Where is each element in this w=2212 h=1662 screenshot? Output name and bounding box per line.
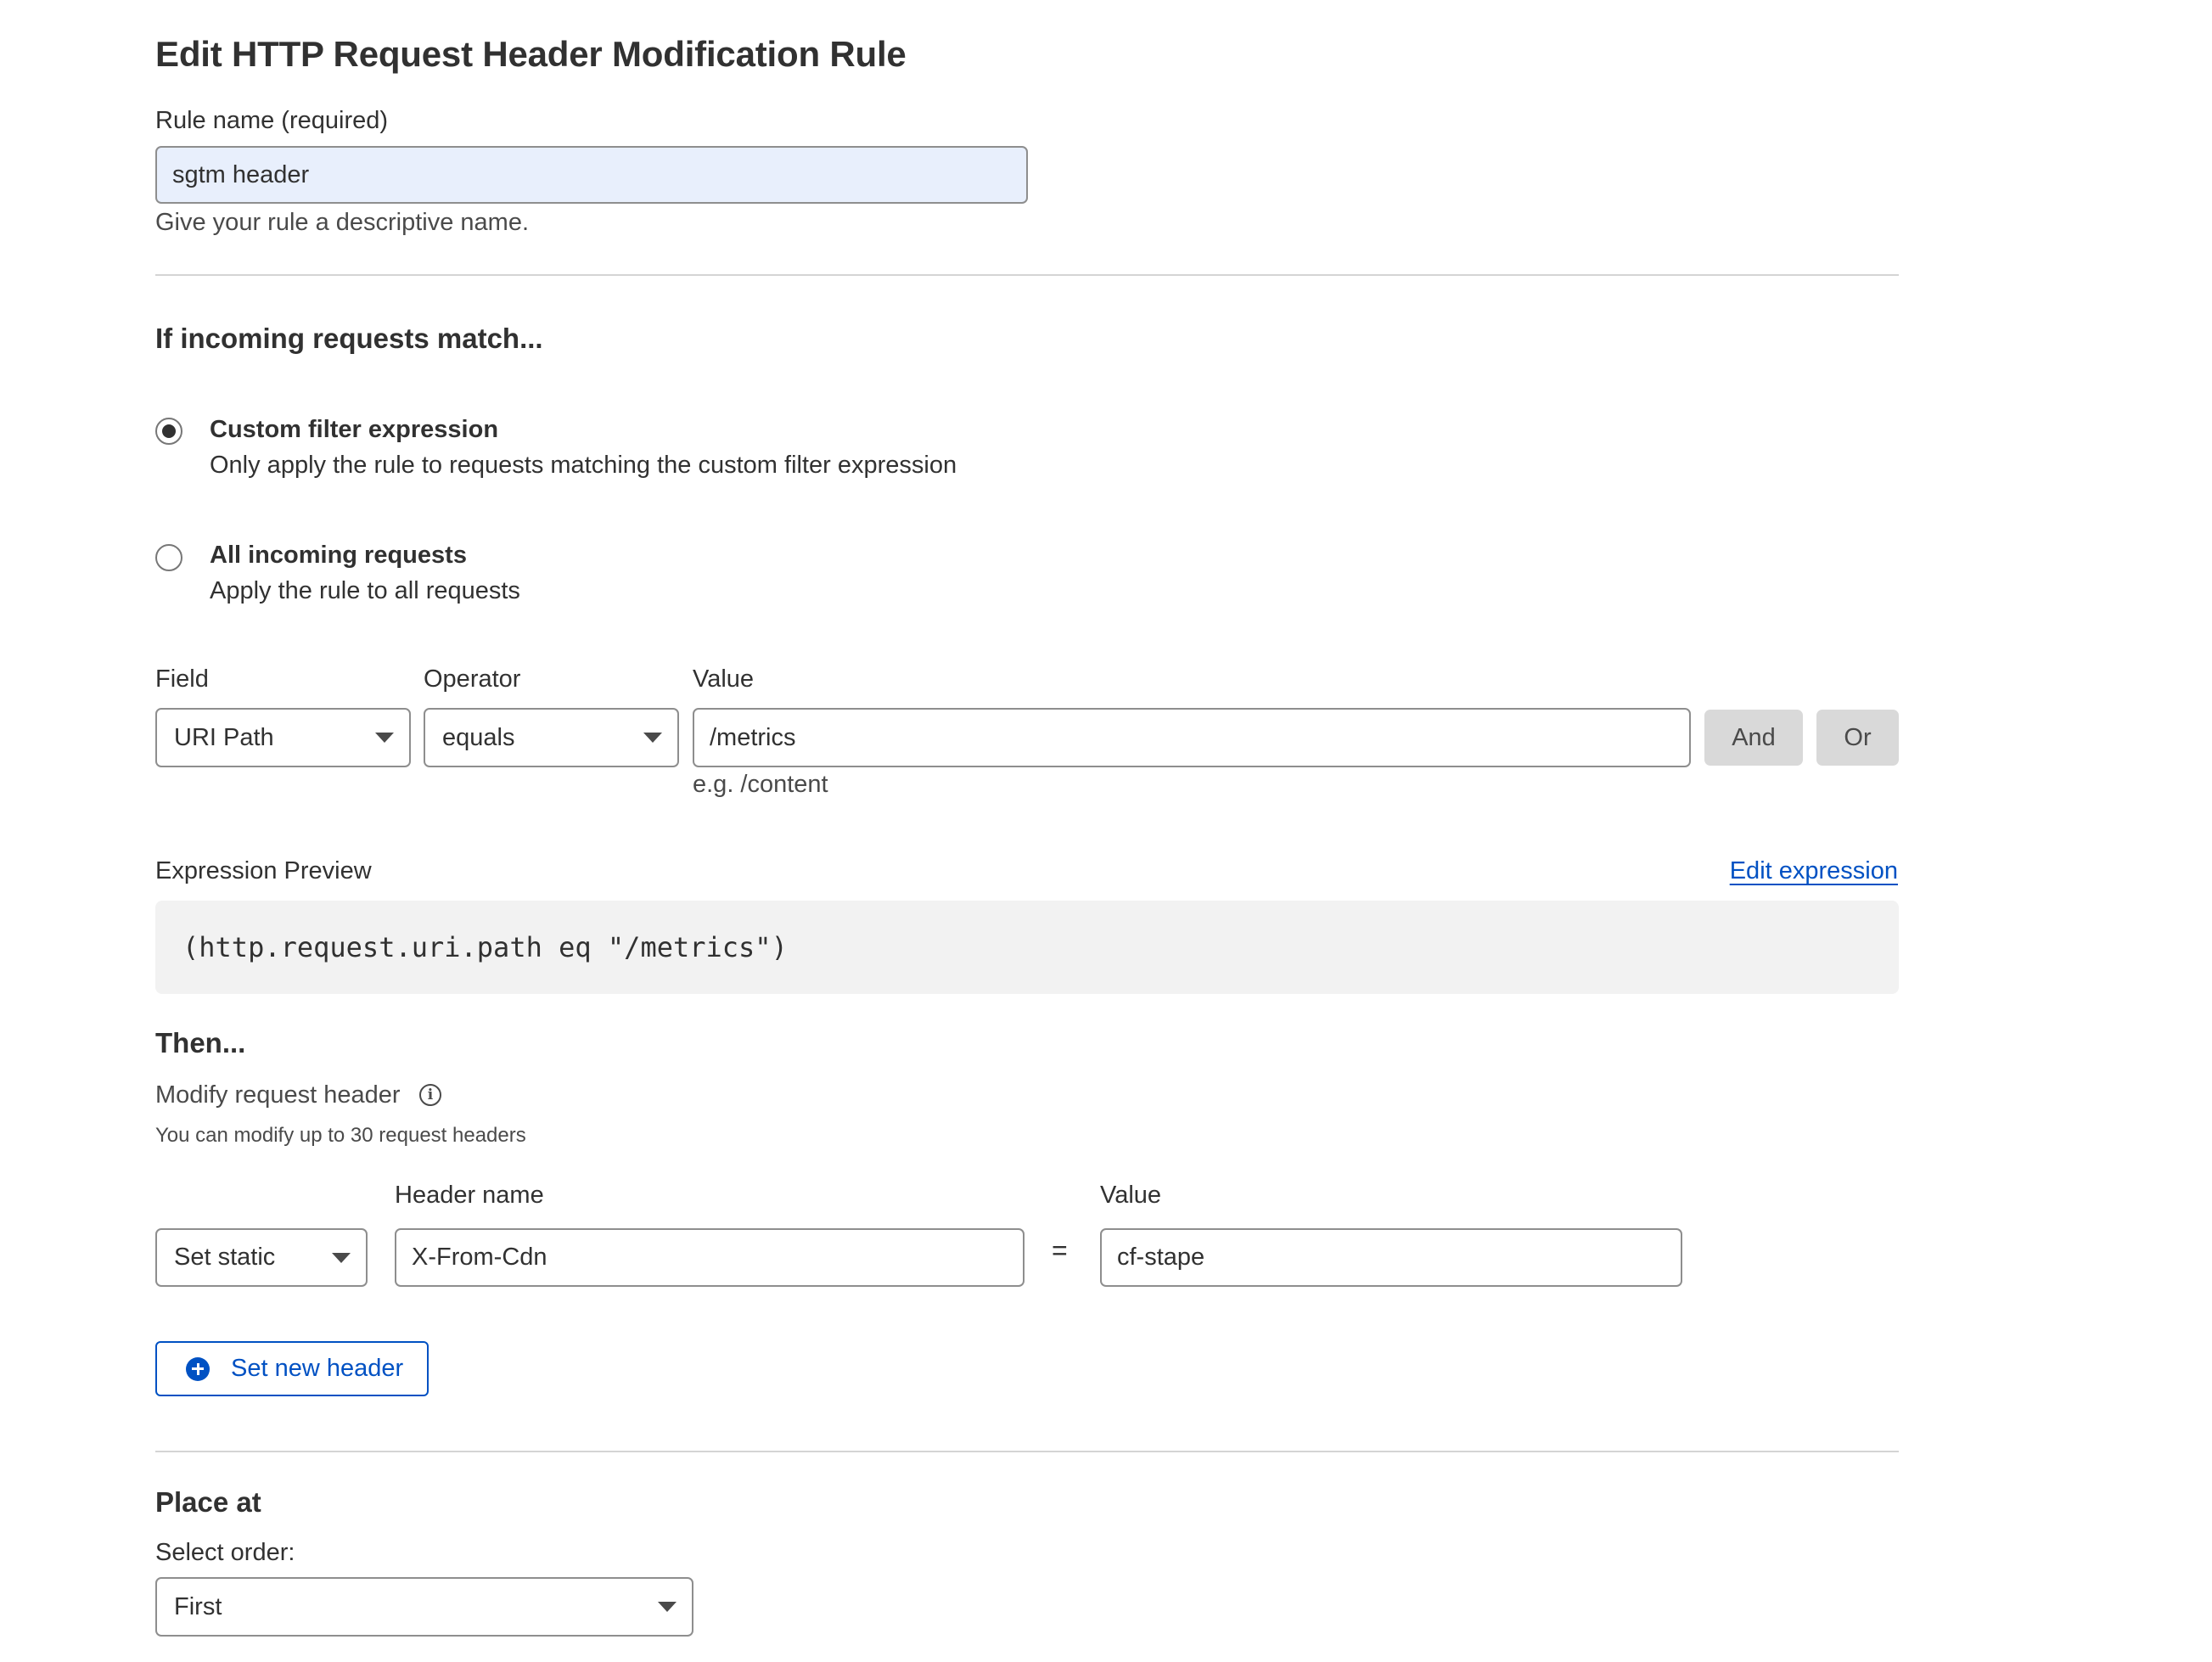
section-divider-top (155, 274, 1899, 276)
header-limit-note: You can modify up to 30 request headers (155, 1124, 526, 1147)
chevron-down-icon (332, 1252, 351, 1263)
radio-all-requests-description: Apply the rule to all requests (210, 577, 520, 604)
set-new-header-label: Set new header (231, 1355, 404, 1382)
radio-custom-filter-title[interactable]: Custom filter expression (210, 416, 498, 444)
section-divider-bottom (155, 1451, 1899, 1452)
field-label: Field (155, 665, 209, 693)
or-button[interactable]: Or (1816, 710, 1899, 766)
chevron-down-icon (643, 733, 662, 743)
radio-custom-filter-description: Only apply the rule to requests matching… (210, 452, 957, 479)
rule-name-help: Give your rule a descriptive name. (155, 209, 530, 236)
value-input[interactable]: /metrics (693, 708, 1691, 767)
then-heading: Then... (155, 1027, 246, 1058)
expression-preview: (http.request.uri.path eq "/metrics") (155, 901, 1899, 994)
radio-custom-filter[interactable] (155, 418, 182, 445)
header-action-select[interactable]: Set static (155, 1228, 368, 1287)
chevron-down-icon (375, 733, 394, 743)
value-hint: e.g. /content (693, 771, 828, 798)
header-action-value: Set static (174, 1244, 276, 1271)
match-heading: If incoming requests match... (155, 323, 543, 354)
value-label: Value (693, 665, 755, 693)
header-value-label: Value (1100, 1182, 1162, 1209)
chevron-down-icon (658, 1602, 677, 1612)
field-select[interactable]: URI Path (155, 708, 411, 767)
expression-preview-text: (http.request.uri.path eq "/metrics") (182, 931, 788, 963)
info-icon[interactable]: i (419, 1084, 441, 1106)
set-new-header-button[interactable]: Set new header (155, 1341, 429, 1396)
operator-select-value: equals (442, 723, 515, 751)
order-select-value: First (174, 1592, 222, 1620)
header-name-value: X-From-Cdn (412, 1244, 547, 1271)
header-name-input[interactable]: X-From-Cdn (395, 1228, 1025, 1287)
operator-select[interactable]: equals (424, 708, 679, 767)
field-select-value: URI Path (174, 723, 274, 751)
and-button[interactable]: And (1704, 710, 1803, 766)
place-at-heading: Place at (155, 1486, 261, 1518)
rule-name-value: sgtm header (172, 160, 310, 188)
edit-expression-link[interactable]: Edit expression (1730, 857, 1898, 885)
value-input-text: /metrics (710, 723, 796, 751)
equals-sign: = (1052, 1235, 1068, 1266)
radio-all-requests-title[interactable]: All incoming requests (210, 542, 467, 570)
rule-name-label: Rule name (required) (155, 107, 389, 134)
order-select[interactable]: First (155, 1577, 693, 1637)
plus-circle-icon (186, 1356, 210, 1381)
radio-all-requests[interactable] (155, 544, 182, 571)
modify-request-header-label: Modify request header (155, 1081, 401, 1109)
header-value-text: cf-stape (1117, 1244, 1205, 1271)
operator-label: Operator (424, 665, 521, 693)
header-value-input[interactable]: cf-stape (1100, 1228, 1682, 1287)
expression-preview-label: Expression Preview (155, 857, 372, 884)
page-title: Edit HTTP Request Header Modification Ru… (155, 34, 907, 74)
select-order-label: Select order: (155, 1539, 295, 1566)
header-name-label: Header name (395, 1182, 544, 1209)
rule-name-input[interactable]: sgtm header (155, 146, 1028, 204)
radio-all-requests-control[interactable] (155, 544, 182, 571)
radio-custom-filter-control[interactable] (155, 418, 182, 445)
